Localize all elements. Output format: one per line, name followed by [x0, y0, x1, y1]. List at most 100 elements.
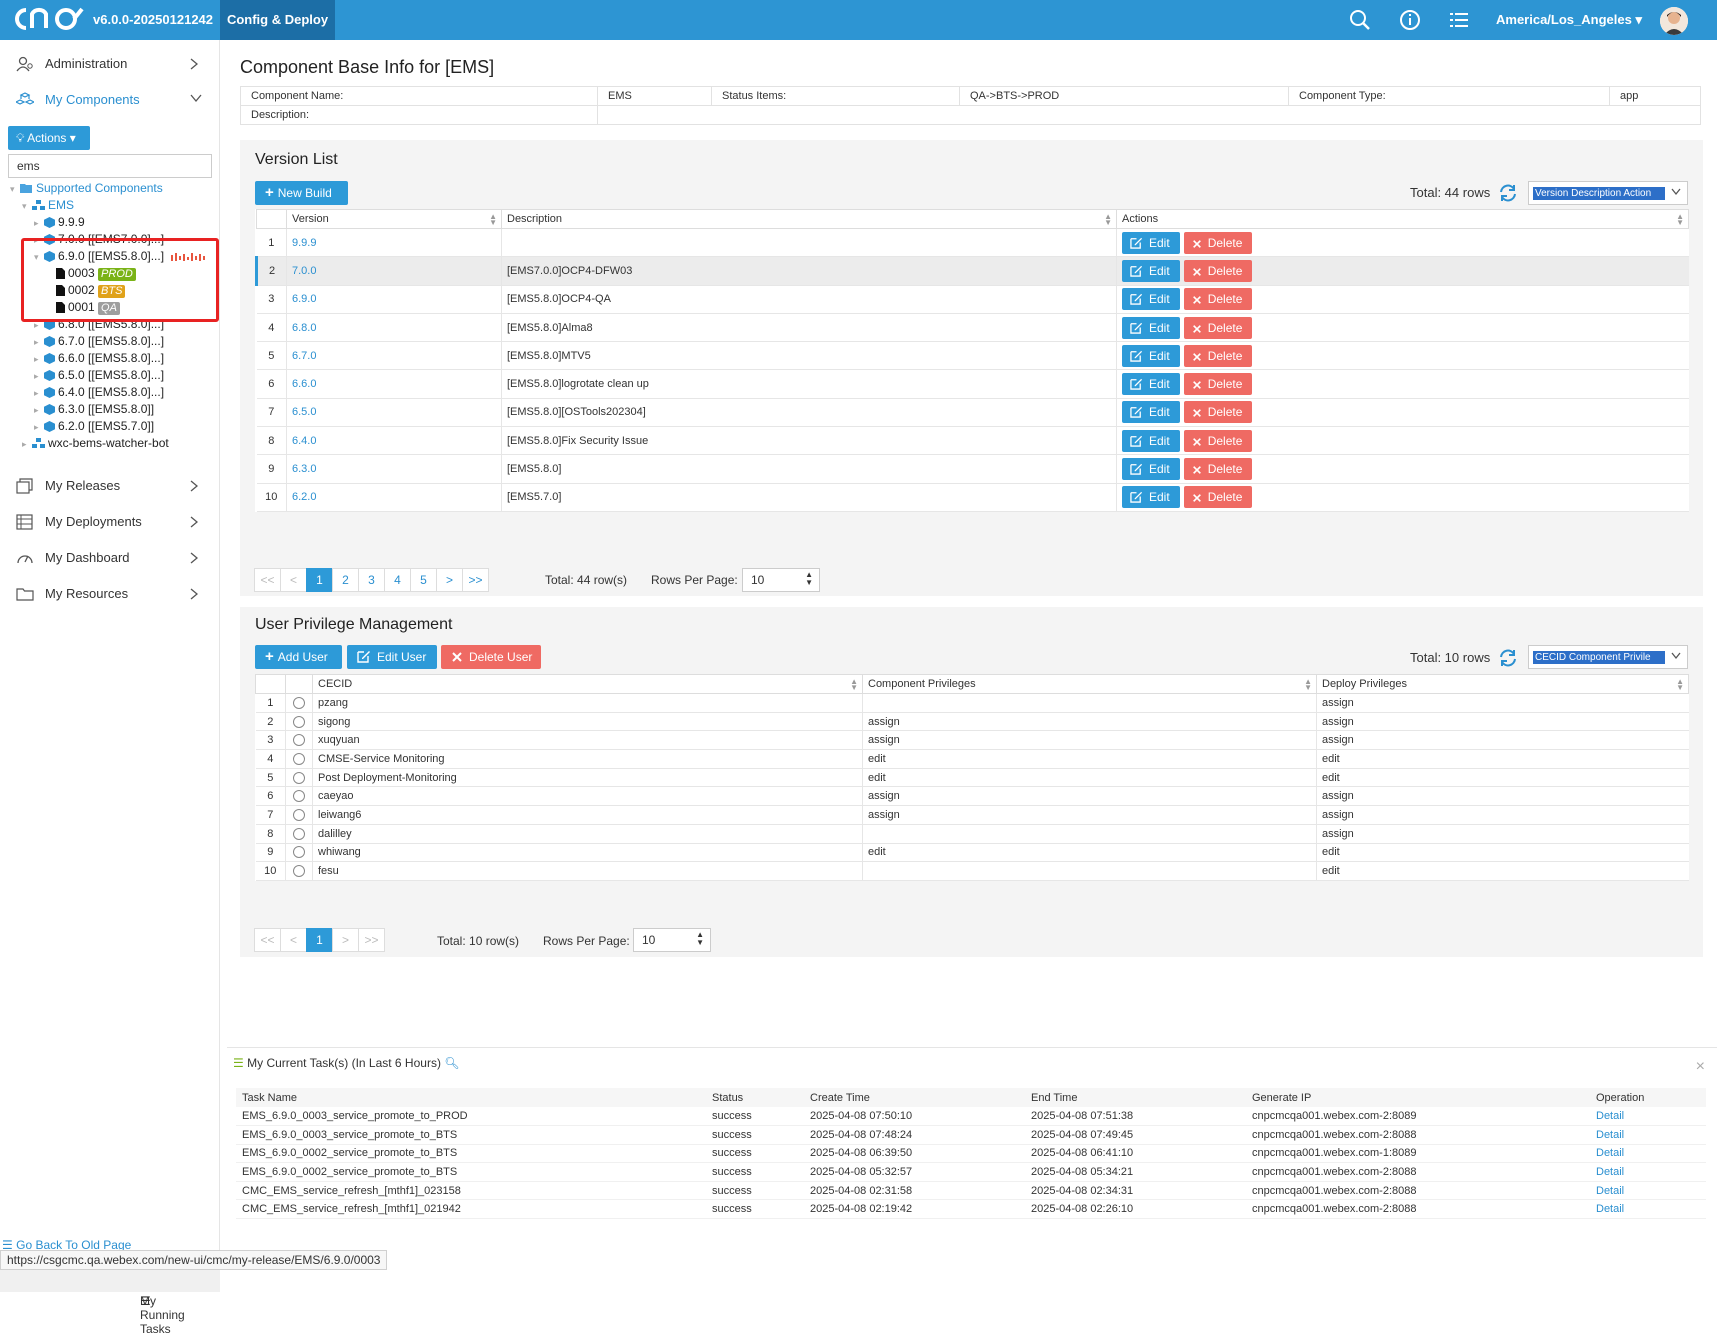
table-row[interactable]: 8 dalilley assign [255, 824, 1689, 844]
table-row[interactable]: 3 6.9.0 [EMS5.8.0]OCP4-QA Edit Delete [256, 285, 1689, 314]
delete-button[interactable]: Delete [1183, 429, 1253, 452]
version-link[interactable]: 6.3.0 [292, 463, 316, 475]
delete-button[interactable]: Delete [1183, 373, 1253, 396]
timezone-dropdown[interactable]: America/Los_Angeles ▾ [1496, 12, 1642, 28]
page-button[interactable]: >> [358, 928, 385, 952]
row-select-radio[interactable] [293, 790, 305, 803]
version-link[interactable]: 9.9.9 [292, 237, 316, 249]
delete-button[interactable]: Delete [1183, 316, 1253, 339]
list-menu-icon[interactable] [1448, 9, 1470, 31]
table-row[interactable]: 9 6.3.0 [EMS5.8.0] Edit Delete [256, 454, 1689, 484]
tree-node-version[interactable]: ▸ 6.7.0 [[EMS5.8.0]...] [34, 333, 164, 350]
table-row[interactable]: 5 6.7.0 [EMS5.8.0]MTV5 Edit Delete [256, 341, 1689, 371]
version-link[interactable]: 6.8.0 [292, 322, 316, 334]
tree-node-component[interactable]: ▸ wxc-bems-watcher-bot [22, 435, 169, 452]
refresh-icon[interactable] [1498, 183, 1518, 203]
table-row[interactable]: 1 pzang assign [255, 693, 1689, 713]
edit-button[interactable]: Edit [1122, 373, 1180, 396]
edit-button[interactable]: Edit [1122, 316, 1180, 339]
delete-button[interactable]: Delete [1183, 458, 1253, 481]
edit-button[interactable]: Edit [1122, 458, 1180, 481]
delete-user-button[interactable]: Delete User [441, 645, 541, 669]
close-icon[interactable]: × [1696, 1058, 1705, 1076]
version-link[interactable]: 6.6.0 [292, 378, 316, 390]
edit-button[interactable]: Edit [1122, 344, 1180, 367]
table-row[interactable]: 5 Post Deployment-Monitoring edit edit [255, 768, 1689, 788]
table-row[interactable]: 8 6.4.0 [EMS5.8.0]Fix Security Issue Edit De… [256, 426, 1689, 456]
detail-link[interactable]: Detail [1596, 1203, 1624, 1215]
component-search-input[interactable] [8, 154, 212, 178]
table-row[interactable]: 1 9.9.9 Edit Delete [256, 228, 1689, 258]
edit-button[interactable]: Edit [1122, 486, 1180, 509]
page-button[interactable]: > [332, 928, 359, 952]
refresh-icon[interactable] [1498, 648, 1518, 668]
page-button[interactable]: > [436, 568, 463, 592]
column-header-deploy-privileges[interactable]: Deploy Privileges ▲ ▼ [1316, 674, 1689, 694]
sidebar-item-my-components[interactable]: My Components [0, 83, 220, 117]
table-row[interactable]: 4 CMSE-Service Monitoring edit edit [255, 749, 1689, 769]
tree-node-version[interactable]: ▸ 9.9.9 [34, 214, 85, 231]
tree-node-version[interactable]: ▸ 6.4.0 [[EMS5.8.0]...] [34, 384, 164, 401]
new-build-button[interactable]: + New Build [255, 181, 348, 205]
page-button[interactable]: < [280, 928, 307, 952]
table-row[interactable]: 3 xuqyuan assign assign [255, 730, 1689, 751]
actions-dropdown-button[interactable]: 💡︎ Actions ▾ [8, 126, 90, 150]
row-select-radio[interactable] [293, 846, 305, 859]
table-row[interactable]: 6 caeyao assign assign [255, 786, 1689, 807]
sidebar-item-my-deployments[interactable]: My Deployments [0, 505, 220, 539]
page-button[interactable]: 1 [306, 568, 333, 592]
page-button[interactable]: 1 [306, 928, 333, 952]
column-header-component-privileges[interactable]: Component Privileges ▲ ▼ [862, 674, 1317, 694]
detail-link[interactable]: Detail [1596, 1147, 1624, 1159]
version-link[interactable]: 6.5.0 [292, 406, 316, 418]
version-link[interactable]: 7.0.0 [292, 265, 316, 277]
column-header-cecid[interactable]: CECID ▲ ▼ [312, 674, 863, 694]
page-button[interactable]: << [254, 928, 281, 952]
tree-node-version[interactable]: ▸ 6.6.0 [[EMS5.8.0]...] [34, 350, 164, 367]
table-row[interactable]: 4 6.8.0 [EMS5.8.0]Alma8 Edit Delete [256, 313, 1689, 343]
edit-user-button[interactable]: Edit User [347, 645, 437, 669]
search-icon[interactable]: 🔍︎ [444, 1056, 459, 1070]
tree-node-version[interactable]: ▸ 6.3.0 [[EMS5.8.0]] [34, 401, 154, 418]
column-header-version[interactable]: Version ▲ ▼ [286, 209, 502, 229]
table-row[interactable]: 7 leiwang6 assign assign [255, 805, 1689, 825]
app-logo[interactable] [10, 4, 84, 34]
version-link[interactable]: 6.4.0 [292, 435, 316, 447]
column-header-actions[interactable]: Actions ▲ ▼ [1116, 209, 1689, 229]
column-header-description[interactable]: Description ▲ ▼ [501, 209, 1117, 229]
tree-node-version[interactable]: ▸ 6.2.0 [[EMS5.7.0]] [34, 418, 154, 435]
search-icon[interactable] [1349, 9, 1371, 31]
detail-link[interactable]: Detail [1596, 1110, 1624, 1122]
rows-per-page-select[interactable]: 10 ▲ ▼ [742, 568, 820, 592]
info-icon[interactable] [1399, 9, 1421, 31]
table-row[interactable]: 10 fesu edit [255, 861, 1689, 881]
row-select-radio[interactable] [293, 715, 305, 728]
version-link[interactable]: 6.2.0 [292, 491, 316, 503]
delete-button[interactable]: Delete [1183, 486, 1253, 509]
row-select-radio[interactable] [293, 752, 305, 765]
sidebar-item-my-releases[interactable]: My Releases [0, 469, 220, 503]
delete-button[interactable]: Delete [1183, 288, 1253, 311]
tree-node-ems[interactable]: ▾ EMS [22, 197, 74, 214]
detail-link[interactable]: Detail [1596, 1185, 1624, 1197]
page-button[interactable]: 2 [332, 568, 359, 592]
tree-node-supported-components[interactable]: ▾ Supported Components [10, 180, 163, 197]
tree-node-version[interactable]: ▸ 6.5.0 [[EMS5.8.0]...] [34, 367, 164, 384]
version-link[interactable]: 6.7.0 [292, 350, 316, 362]
row-select-radio[interactable] [293, 809, 305, 822]
row-select-radio[interactable] [293, 865, 305, 878]
nav-config-deploy[interactable]: Config & Deploy [220, 0, 335, 40]
row-select-radio[interactable] [293, 827, 305, 840]
version-link[interactable]: 6.9.0 [292, 293, 316, 305]
delete-button[interactable]: Delete [1183, 401, 1253, 424]
delete-button[interactable]: Delete [1183, 259, 1253, 282]
detail-link[interactable]: Detail [1596, 1166, 1624, 1178]
table-row[interactable]: 7 6.5.0 [EMS5.8.0][OSTools202304] Edit Delet… [256, 398, 1689, 428]
row-select-radio[interactable] [293, 771, 305, 784]
edit-button[interactable]: Edit [1122, 401, 1180, 424]
table-row[interactable]: 2 sigong assign assign [255, 712, 1689, 732]
column-selector-dropdown[interactable]: Version Description Action [1528, 181, 1688, 205]
edit-button[interactable]: Edit [1122, 429, 1180, 452]
edit-button[interactable]: Edit [1122, 259, 1180, 282]
row-select-radio[interactable] [293, 696, 305, 709]
